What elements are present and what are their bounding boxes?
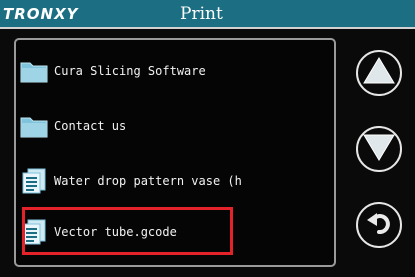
selection-highlight [22,207,233,255]
scroll-up-button[interactable] [356,50,402,96]
page-title: Print [180,4,223,24]
back-button[interactable] [356,202,402,248]
file-name: Contact us [54,119,127,133]
down-arrow-icon [362,132,396,166]
file-name: Water drop pattern vase (h [54,174,242,188]
scroll-down-button[interactable] [356,126,402,172]
up-arrow-icon [362,56,396,90]
list-item-vase-file[interactable]: Water drop pattern vase (h [20,164,242,198]
printer-screen: TRONXY Print Cura Slicing Software Conta… [0,0,415,277]
document-icon [20,167,48,195]
brand-logo: TRONXY [3,5,79,23]
title-bar: TRONXY Print [0,0,415,29]
list-item-cura-folder[interactable]: Cura Slicing Software [20,54,206,88]
folder-icon [20,57,48,85]
list-item-contact-folder[interactable]: Contact us [20,109,126,143]
file-name: Cura Slicing Software [54,64,206,78]
folder-icon [20,112,48,140]
back-arrow-icon [364,208,394,242]
